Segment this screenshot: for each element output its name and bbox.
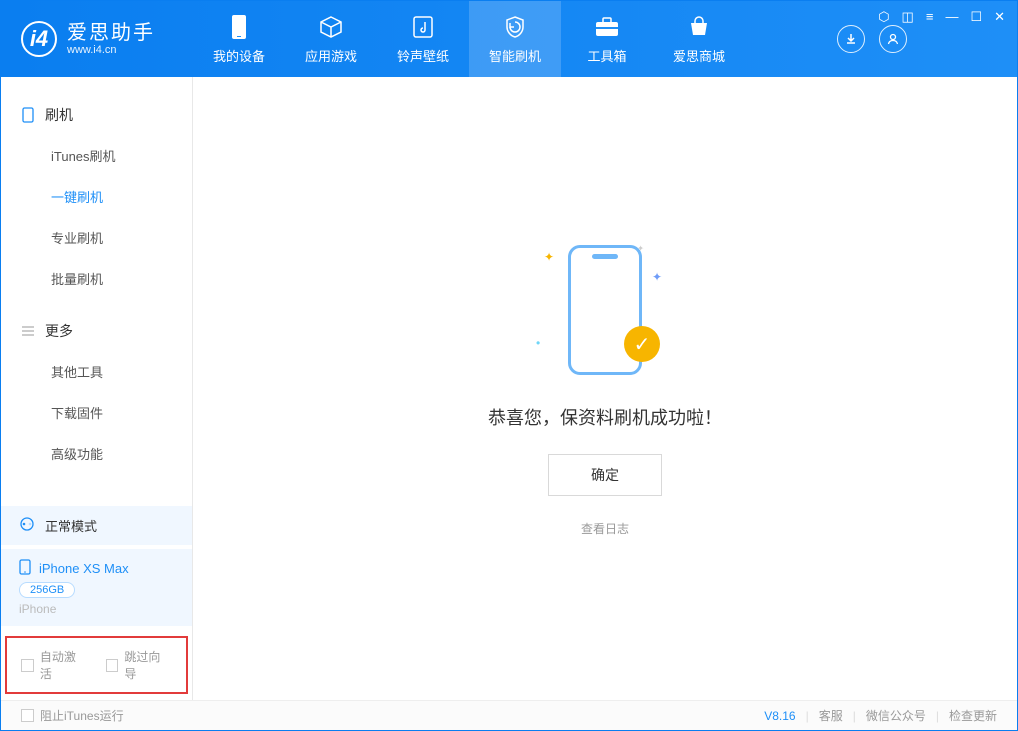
app-subtitle: www.i4.cn: [67, 44, 155, 56]
shop-icon: [686, 14, 712, 40]
refresh-icon: [19, 516, 35, 535]
options-highlight-box: 自动激活 跳过向导: [5, 636, 188, 694]
app-header: i4 爱思助手 www.i4.cn 我的设备 应用游戏 铃声壁纸 智能刷机 工具…: [1, 1, 1017, 77]
success-illustration: ✦ ✦ • ✦ ✓: [530, 240, 680, 380]
separator: |: [806, 709, 809, 723]
sparkle-icon: •: [536, 336, 540, 350]
nav-tab-device[interactable]: 我的设备: [193, 1, 285, 77]
music-icon: [410, 14, 436, 40]
device-icon: [226, 14, 252, 40]
capacity-badge: 256GB: [19, 582, 75, 598]
download-icon[interactable]: [837, 25, 865, 53]
version-label: V8.16: [764, 709, 795, 723]
nav-label: 我的设备: [213, 46, 265, 65]
status-bar: 阻止iTunes运行 V8.16 | 客服 | 微信公众号 | 检查更新: [1, 700, 1017, 730]
nav-tab-ringtone[interactable]: 铃声壁纸: [377, 1, 469, 77]
checkbox-label: 阻止iTunes运行: [40, 707, 124, 724]
sidebar-bottom: 正常模式 iPhone XS Max 256GB iPhone 自动激活 跳过向…: [1, 506, 192, 700]
mode-label: 正常模式: [45, 516, 97, 535]
list-icon: [21, 324, 35, 338]
nav-label: 智能刷机: [489, 46, 541, 65]
nav-tabs: 我的设备 应用游戏 铃声壁纸 智能刷机 工具箱 爱思商城: [193, 1, 745, 77]
shirt-icon[interactable]: ⬡: [878, 9, 889, 25]
feedback-icon[interactable]: ◫: [902, 9, 914, 25]
link-support[interactable]: 客服: [819, 707, 843, 724]
view-log-link[interactable]: 查看日志: [581, 520, 629, 537]
checkbox-skip-guide[interactable]: 跳过向导: [106, 648, 173, 682]
sparkle-icon: ✦: [544, 250, 554, 264]
sidebar-item-download-firmware[interactable]: 下载固件: [1, 392, 192, 433]
link-wechat[interactable]: 微信公众号: [866, 707, 926, 724]
nav-label: 工具箱: [587, 46, 626, 65]
status-right: V8.16 | 客服 | 微信公众号 | 检查更新: [764, 707, 997, 724]
sidebar-group-flash[interactable]: 刷机: [1, 95, 192, 135]
sidebar: 刷机 iTunes刷机 一键刷机 专业刷机 批量刷机 更多 其他工具 下载固件 …: [1, 77, 193, 700]
group-title: 更多: [45, 321, 73, 341]
sidebar-group-more[interactable]: 更多: [1, 311, 192, 351]
mode-card[interactable]: 正常模式: [1, 506, 192, 545]
toolbox-icon: [594, 14, 620, 40]
phone-icon: [21, 108, 35, 122]
sidebar-item-pro-flash[interactable]: 专业刷机: [1, 217, 192, 258]
link-check-update[interactable]: 检查更新: [949, 707, 997, 724]
device-phone-icon: [19, 559, 31, 578]
sidebar-item-oneclick-flash[interactable]: 一键刷机: [1, 176, 192, 217]
body: 刷机 iTunes刷机 一键刷机 专业刷机 批量刷机 更多 其他工具 下载固件 …: [1, 77, 1017, 700]
separator: |: [853, 709, 856, 723]
nav-tab-shop[interactable]: 爱思商城: [653, 1, 745, 77]
menu-icon[interactable]: ≡: [926, 9, 934, 25]
header-actions: [837, 25, 907, 53]
sidebar-scroll: 刷机 iTunes刷机 一键刷机 专业刷机 批量刷机 更多 其他工具 下载固件 …: [1, 77, 192, 506]
sidebar-item-other-tools[interactable]: 其他工具: [1, 351, 192, 392]
checkbox-icon: [106, 659, 119, 672]
group-title: 刷机: [45, 105, 73, 125]
app-logo-icon: i4: [21, 21, 57, 57]
device-name: iPhone XS Max: [39, 561, 129, 576]
logo-area: i4 爱思助手 www.i4.cn: [1, 21, 193, 57]
shield-icon: [502, 14, 528, 40]
sidebar-item-advanced[interactable]: 高级功能: [1, 433, 192, 474]
separator: |: [936, 709, 939, 723]
app-title: 爱思助手: [67, 22, 155, 44]
minimize-icon[interactable]: —: [945, 9, 958, 25]
close-icon[interactable]: ✕: [994, 9, 1005, 25]
device-card[interactable]: iPhone XS Max 256GB iPhone: [1, 549, 192, 626]
sidebar-item-itunes-flash[interactable]: iTunes刷机: [1, 135, 192, 176]
checkbox-icon: [21, 659, 34, 672]
main-content: ✦ ✦ • ✦ ✓ 恭喜您，保资料刷机成功啦！ 确定 查看日志: [193, 77, 1017, 700]
nav-tab-flash[interactable]: 智能刷机: [469, 1, 561, 77]
nav-label: 铃声壁纸: [397, 46, 449, 65]
checkbox-icon: [21, 709, 34, 722]
checkbox-block-itunes[interactable]: 阻止iTunes运行: [21, 707, 124, 724]
ok-button[interactable]: 确定: [548, 454, 662, 496]
cube-icon: [318, 14, 344, 40]
success-message: 恭喜您，保资料刷机成功啦！: [488, 404, 722, 430]
checkbox-auto-activate[interactable]: 自动激活: [21, 648, 88, 682]
sparkle-icon: ✦: [652, 270, 662, 284]
window-controls: ⬡ ◫ ≡ — ☐ ✕: [878, 9, 1005, 25]
nav-tab-apps[interactable]: 应用游戏: [285, 1, 377, 77]
user-icon[interactable]: [879, 25, 907, 53]
checkbox-label: 跳过向导: [124, 648, 172, 682]
nav-tab-toolbox[interactable]: 工具箱: [561, 1, 653, 77]
maximize-icon[interactable]: ☐: [970, 9, 982, 25]
logo-text: 爱思助手 www.i4.cn: [67, 22, 155, 56]
device-type: iPhone: [19, 602, 174, 616]
nav-label: 应用游戏: [305, 46, 357, 65]
checkbox-label: 自动激活: [40, 648, 88, 682]
device-name-row: iPhone XS Max: [19, 559, 174, 578]
checkmark-badge-icon: ✓: [624, 326, 660, 362]
sidebar-item-batch-flash[interactable]: 批量刷机: [1, 258, 192, 299]
nav-label: 爱思商城: [673, 46, 725, 65]
